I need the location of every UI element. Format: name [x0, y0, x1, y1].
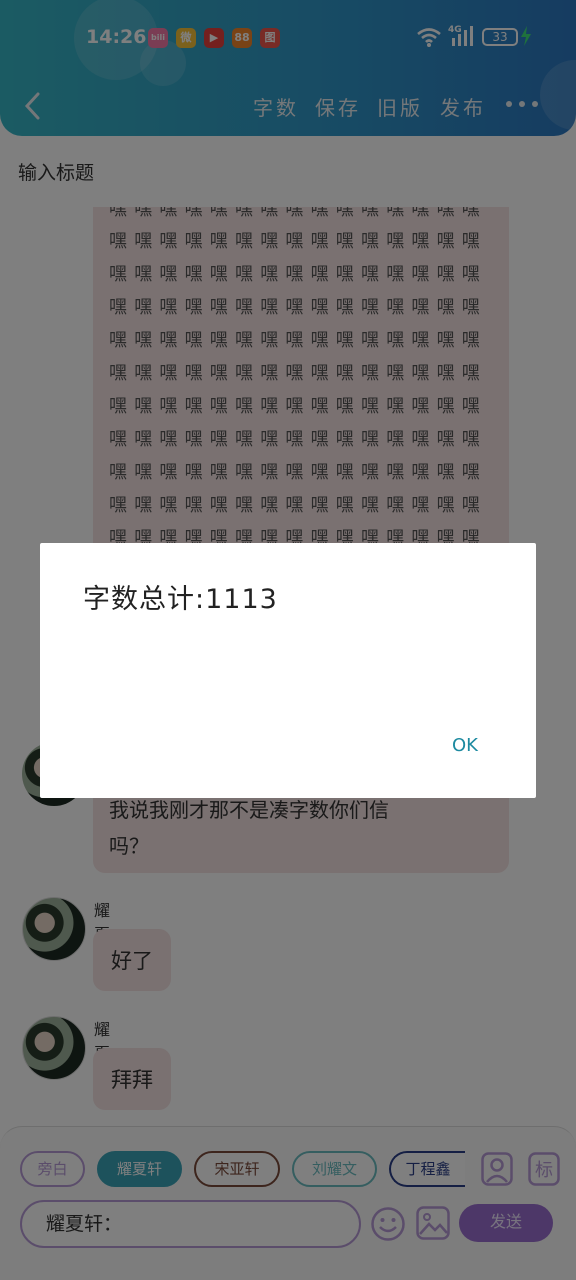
- word-count-message: 字数总计:1113: [83, 584, 278, 615]
- ok-button[interactable]: OK: [452, 735, 478, 756]
- word-count-dialog: 字数总计:1113 OK: [40, 543, 536, 798]
